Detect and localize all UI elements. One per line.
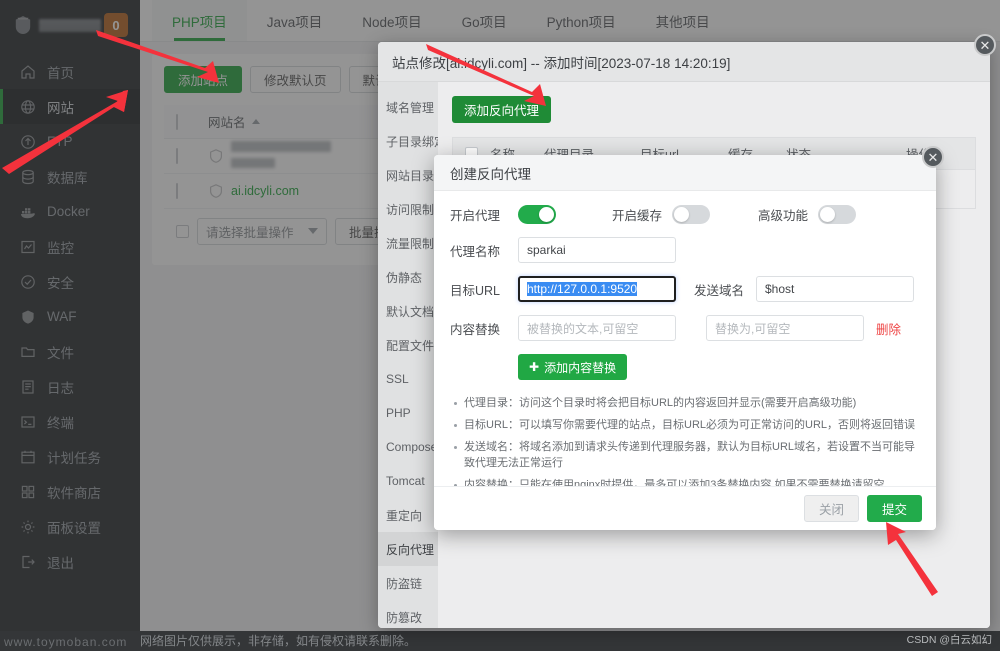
advanced-label: 高级功能 xyxy=(758,209,809,223)
target-url-label: 目标URL xyxy=(450,283,501,298)
bullet-icon xyxy=(454,423,457,427)
proxy-name-label: 代理名称 xyxy=(450,244,501,259)
watermark-site: www.toymoban.com xyxy=(4,635,128,649)
help-text: 代理目录：访问这个目录时将会把目标URL的内容返回并显示(需要开启高级功能) xyxy=(464,397,857,409)
create-reverse-proxy-footer: 关闭 提交 xyxy=(434,486,936,530)
help-item: 目标URL：可以填写你需要代理的站点，目标URL必须为可正常访问的URL，否则将… xyxy=(454,418,920,434)
target-url-input[interactable]: http://127.0.0.1:9520 xyxy=(518,276,676,302)
help-item: 代理目录：访问这个目录时将会把目标URL的内容返回并显示(需要开启高级功能) xyxy=(454,396,920,412)
target-url-value: http://127.0.0.1:9520 xyxy=(527,282,638,296)
toggles-row: 开启代理 开启缓存 高级功能 xyxy=(450,205,920,224)
footer-watermark: www.toymoban.com 网络图片仅供展示，非存储，如有侵权请联系删除。… xyxy=(0,631,1000,651)
nav-item-antitamper[interactable]: 防篡改 xyxy=(378,600,438,628)
submit-button[interactable]: 提交 xyxy=(866,495,922,522)
plus-icon: ✚ xyxy=(529,360,540,374)
replace-to-placeholder: 替换为,可留空 xyxy=(715,321,791,336)
nav-item-composer[interactable]: Composer xyxy=(378,430,441,464)
close-create-reverse-proxy-dialog[interactable]: ✕ xyxy=(922,146,944,168)
nav-item-ssl[interactable]: SSL xyxy=(378,362,438,396)
replace-from-placeholder: 被替换的文本,可留空 xyxy=(527,321,639,336)
enable-proxy-label: 开启代理 xyxy=(450,209,501,223)
target-url-row: 目标URL http://127.0.0.1:9520 发送域名 $host xyxy=(450,276,920,302)
help-text: 目标URL：可以填写你需要代理的站点，目标URL必须为可正常访问的URL，否则将… xyxy=(464,418,916,431)
nav-item-php[interactable]: PHP xyxy=(378,396,438,430)
nav-item-domain[interactable]: 域名管理 xyxy=(378,90,438,124)
nav-item-redirect[interactable]: 重定向 xyxy=(378,498,438,532)
proxy-name-row: 代理名称 sparkai xyxy=(450,237,920,263)
app-root: 0 首页 网站 xyxy=(0,0,1000,651)
close-site-settings-dialog[interactable]: ✕ xyxy=(974,34,996,56)
enable-cache-toggle[interactable] xyxy=(672,205,711,224)
send-host-value: $host xyxy=(765,282,795,296)
nav-item-sitedir[interactable]: 网站目录 xyxy=(378,158,438,192)
add-content-replace-label: 添加内容替换 xyxy=(544,360,617,375)
delete-replace-link[interactable]: 删除 xyxy=(876,319,901,338)
content-replace-label: 内容替换 xyxy=(450,322,501,337)
site-settings-dialog-title: 站点修改[ai.idcyli.com] -- 添加时间[2023-07-18 1… xyxy=(378,42,990,82)
close-button[interactable]: 关闭 xyxy=(803,495,859,522)
replace-from-input[interactable]: 被替换的文本,可留空 xyxy=(518,315,676,341)
nav-item-config[interactable]: 配置文件 xyxy=(378,328,438,362)
enable-proxy-toggle[interactable] xyxy=(518,205,556,224)
enable-cache-label: 开启缓存 xyxy=(612,209,663,223)
add-content-replace-button[interactable]: ✚ 添加内容替换 xyxy=(518,354,628,380)
help-text-list: 代理目录：访问这个目录时将会把目标URL的内容返回并显示(需要开启高级功能) 目… xyxy=(450,396,920,494)
site-settings-nav: 域名管理 子目录绑定 网站目录 访问限制 流量限制 伪静态 默认文档 配置文件 … xyxy=(378,82,446,628)
watermark-author: CSDN @白云如幻 xyxy=(906,634,992,646)
bullet-icon xyxy=(454,402,457,405)
add-replace-row: ✚ 添加内容替换 xyxy=(450,354,920,380)
bullet-icon xyxy=(454,445,457,449)
nav-item-access[interactable]: 访问限制 xyxy=(378,192,438,226)
nav-item-hotlink[interactable]: 防盗链 xyxy=(378,566,438,600)
nav-item-defaultdoc[interactable]: 默认文档 xyxy=(378,294,438,328)
nav-item-traffic[interactable]: 流量限制 xyxy=(378,226,438,260)
proxy-name-input[interactable]: sparkai xyxy=(518,237,676,263)
nav-item-reverse-proxy[interactable]: 反向代理 xyxy=(378,532,438,566)
proxy-name-value: sparkai xyxy=(527,243,566,257)
help-text: 发送域名：将域名添加到请求头传递到代理服务器，默认为目标URL域名，若设置不当可… xyxy=(464,440,916,469)
nav-item-rewrite[interactable]: 伪静态 xyxy=(378,260,438,294)
content-replace-row: 内容替换 被替换的文本,可留空 替换为,可留空 删除 xyxy=(450,315,920,341)
create-reverse-proxy-title: 创建反向代理 xyxy=(434,155,936,191)
watermark-disclaimer: 网络图片仅供展示，非存储，如有侵权请联系删除。 xyxy=(140,634,417,648)
send-host-label: 发送域名 xyxy=(694,283,745,298)
replace-to-input[interactable]: 替换为,可留空 xyxy=(706,315,864,341)
advanced-toggle[interactable] xyxy=(818,205,857,224)
add-reverse-proxy-button[interactable]: 添加反向代理 xyxy=(452,96,552,123)
create-reverse-proxy-form: 开启代理 开启缓存 高级功能 代理名称 sparkai 目标URL http:/… xyxy=(434,191,936,504)
create-reverse-proxy-dialog: 创建反向代理 开启代理 开启缓存 高级功能 代理名称 sparkai 目标URL xyxy=(434,155,936,530)
nav-item-tomcat[interactable]: Tomcat xyxy=(378,464,438,498)
help-item: 发送域名：将域名添加到请求头传递到代理服务器，默认为目标URL域名，若设置不当可… xyxy=(454,440,920,472)
nav-item-subdir[interactable]: 子目录绑定 xyxy=(378,124,446,158)
send-host-input[interactable]: $host xyxy=(756,276,914,302)
